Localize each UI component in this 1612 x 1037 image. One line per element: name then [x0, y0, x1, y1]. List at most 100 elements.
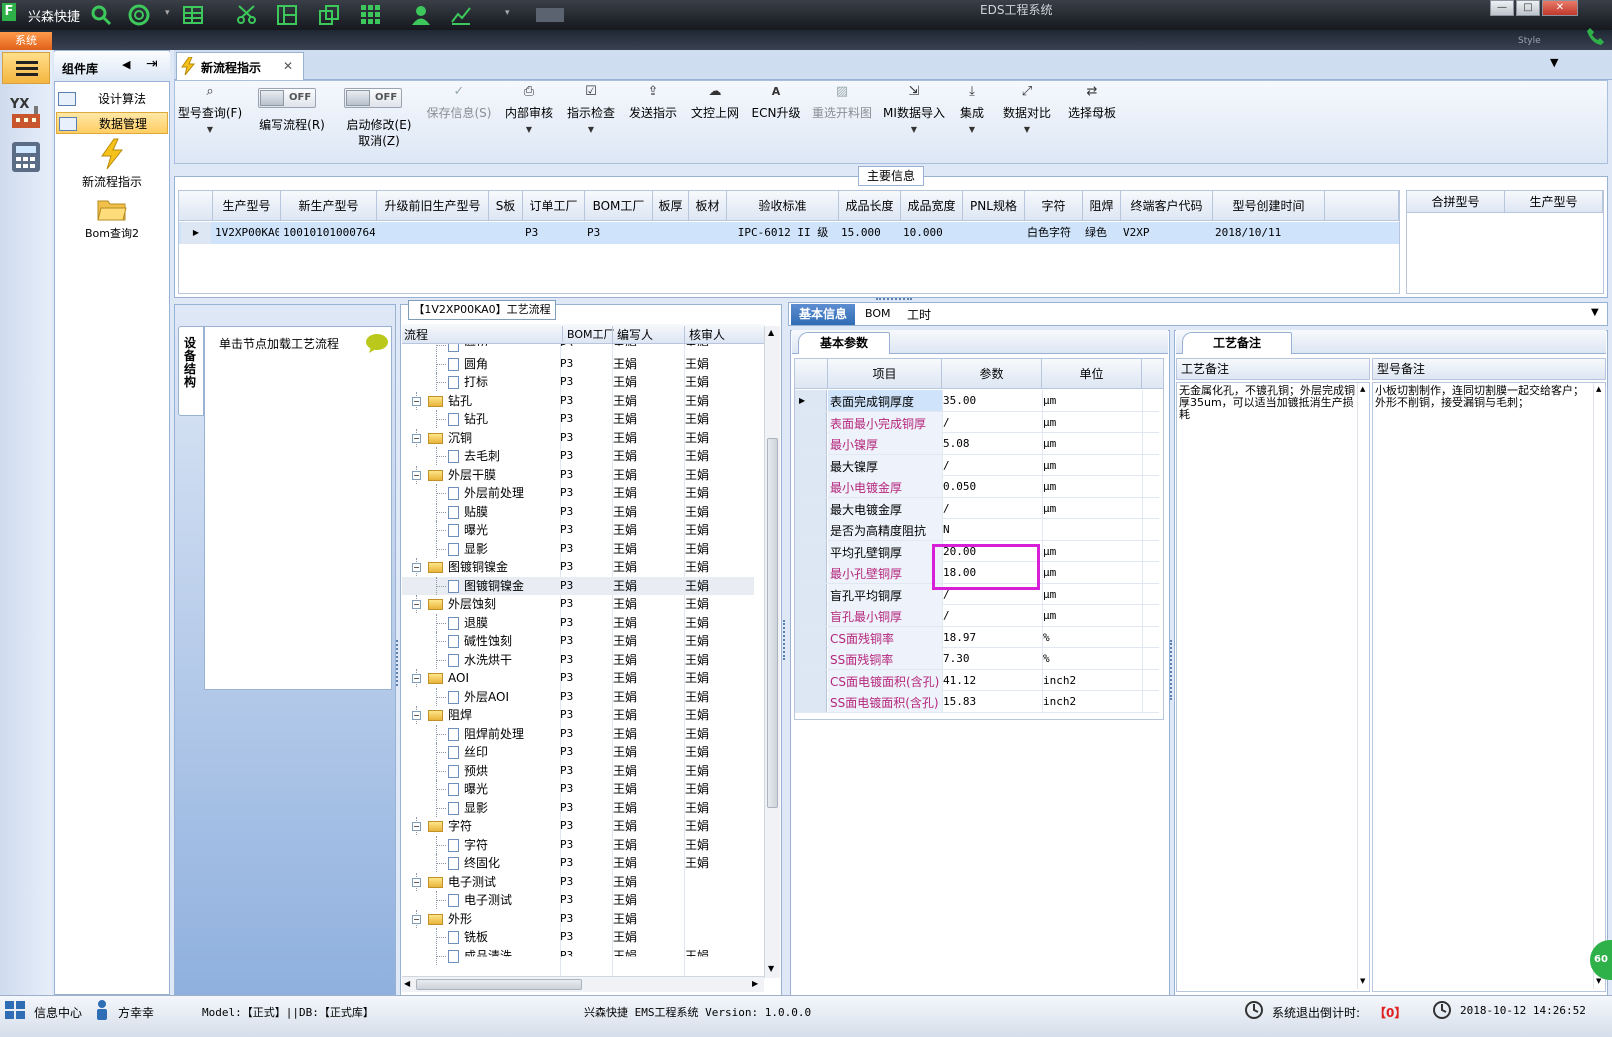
chevron-down-icon[interactable]: ▾	[165, 8, 170, 18]
info-center-link[interactable]: 信息中心	[34, 1004, 82, 1021]
scroll-left-icon[interactable]: ◀	[404, 979, 410, 988]
tab-new-process[interactable]: 新流程指示 ✕	[176, 52, 304, 81]
col-header-checker[interactable]: 核审人	[684, 326, 764, 343]
save-info-button[interactable]: ✓ 保存信息(S)	[424, 82, 494, 148]
param-value-field[interactable]: /	[943, 609, 950, 622]
tree-leaf-row[interactable]: 字符 P3 王娟 王娟	[402, 835, 754, 855]
scroll-down-icon[interactable]: ▼	[768, 964, 774, 973]
grid-cell[interactable]: IPC-6012 II 级	[729, 222, 837, 244]
col-header[interactable]: 板材	[689, 191, 727, 221]
tab-list-dropdown[interactable]: ▼	[1591, 307, 1599, 318]
tab-bom[interactable]: BOM	[865, 307, 891, 320]
device-tree[interactable]: 单击节点加载工艺流程	[204, 326, 392, 690]
col-header[interactable]: 验收标准	[727, 191, 839, 221]
param-value-field[interactable]: /	[943, 416, 950, 429]
col-header-value[interactable]: 参数	[942, 359, 1042, 389]
grid-cell[interactable]	[691, 222, 725, 244]
scroll-right-icon[interactable]: ▶	[752, 979, 758, 988]
col-header-process[interactable]: 流程	[404, 326, 428, 343]
process-horizontal-scrollbar[interactable]: ◀ ▶	[402, 976, 764, 992]
param-value-field[interactable]: N	[943, 523, 950, 536]
tree-group-row[interactable]: − 沉铜 P3 王娟 王娟	[402, 428, 754, 448]
dock-icon[interactable]: ⇥	[146, 56, 158, 72]
grid-cell[interactable]: V2XP	[1123, 222, 1211, 244]
tree-group-row[interactable]: − 电子测试 P3 王娟	[402, 872, 754, 892]
tree-leaf-row[interactable]: 外层AOI P3 王娟 王娟	[402, 687, 754, 707]
tree-group-row[interactable]: − AOI P3 王娟 王娟	[402, 669, 754, 688]
tree-leaf-row[interactable]: 成品清洗 P3 王娟 王娟	[402, 946, 754, 966]
tree-leaf-row[interactable]: 终固化 P3 王娟 王娟	[402, 854, 754, 873]
tree-leaf-row[interactable]: 贴膜 P3 王娟 王娟	[402, 502, 754, 522]
maximize-button[interactable]: □	[1516, 0, 1540, 16]
expand-toggle-icon[interactable]: −	[412, 914, 421, 924]
tree-leaf-row[interactable]: 铣板 P3 王娟	[402, 928, 754, 947]
param-row[interactable]: SS面残铜率 7.30%	[795, 648, 1159, 670]
param-row[interactable]: 最大镍厚 / μm	[795, 454, 1159, 476]
param-row[interactable]: 是否为高精度阻抗 N	[795, 519, 1159, 541]
col-header[interactable]: 字符	[1025, 191, 1083, 221]
tree-leaf-row[interactable]: 阻焊前处理 P3 王娟 王娟	[402, 724, 754, 744]
user-icon[interactable]	[410, 4, 432, 26]
param-row[interactable]: 盲孔最小铜厚 / μm	[795, 605, 1159, 627]
tree-group-row[interactable]: − 字符 P3 王娟 王娟	[402, 817, 754, 836]
col-header[interactable]: 升级前旧生产型号	[377, 191, 489, 221]
grid-cell[interactable]: 10010101000764	[283, 222, 375, 244]
tab-basic-info[interactable]: 基本信息	[791, 304, 855, 325]
param-value-field[interactable]: /	[943, 502, 950, 515]
comp-item-design-algorithm[interactable]: 设计算法	[56, 88, 168, 110]
write-flow-toggle[interactable]: OFF	[258, 88, 316, 108]
collapse-left-icon[interactable]: ◀	[122, 58, 130, 71]
tree-group-row[interactable]: − 图镀铜镍金 P3 王娟 王娟	[402, 558, 754, 577]
process-vertical-scrollbar[interactable]: ▲ ▼	[764, 326, 780, 978]
expand-toggle-icon[interactable]: −	[412, 711, 421, 720]
col-header[interactable]: 新生产型号	[281, 191, 377, 221]
basic-params-title[interactable]: 基本参数	[798, 332, 890, 354]
grid-cell[interactable]	[491, 222, 521, 244]
scroll-thumb[interactable]	[767, 438, 778, 808]
search-icon[interactable]	[90, 4, 112, 26]
tree-leaf-row[interactable]: 显影 P3 王娟 王娟	[402, 539, 754, 559]
expand-toggle-icon[interactable]: −	[412, 470, 421, 480]
param-value-field[interactable]: 35.00	[943, 394, 976, 407]
tab-work-hours[interactable]: 工时	[907, 306, 931, 323]
tree-leaf-row[interactable]: 水洗烘干 P3 王娟 王娟	[402, 650, 754, 670]
grid-icon[interactable]	[182, 4, 204, 26]
tree-leaf-row[interactable]: 曝光 P3 王娟 王娟	[402, 521, 754, 540]
tree-leaf-row[interactable]: 打标 P3 王娟 王娟	[402, 373, 754, 392]
grid-cell[interactable]: 1V2XP00KA0	[215, 222, 279, 244]
param-value-field[interactable]: 15.83	[943, 695, 976, 708]
copy-icon[interactable]	[318, 4, 340, 26]
instruction-check-button[interactable]: ☑ 指示检查 ▼	[562, 82, 620, 148]
col-header[interactable]: 阻焊	[1083, 191, 1121, 221]
integration-button[interactable]: ⤓ 集成 ▼	[952, 82, 992, 148]
model-query-button[interactable]: ⌕ 型号查询(F) ▼	[176, 82, 244, 148]
send-instruction-button[interactable]: ⇪ 发送指示	[624, 82, 682, 148]
param-row[interactable]: ▶ 表面完成铜厚度 35.00 μm	[795, 390, 1159, 412]
splitter-handle[interactable]	[783, 620, 786, 660]
param-row[interactable]: 最小电镀金厚 0.050 μm	[795, 476, 1159, 498]
apps-icon[interactable]	[360, 4, 382, 26]
internal-review-button[interactable]: ⎙ 内部审核 ▼	[500, 82, 558, 148]
grid-cell[interactable]: 绿色	[1085, 222, 1119, 244]
hamburger-menu-button[interactable]	[2, 52, 50, 84]
select-mother-board-button[interactable]: ⇄ 选择母板	[1062, 82, 1122, 148]
col-header[interactable]: 终端客户代码	[1121, 191, 1213, 221]
tree-leaf-row[interactable]: 去毛刺 P3 王娟 王娟	[402, 447, 754, 466]
close-button[interactable]: ✕	[1542, 0, 1578, 16]
tree-group-row[interactable]: − 外层干膜 P3 王娟 王娟	[402, 465, 754, 485]
merge-col-header[interactable]: 生产型号	[1505, 191, 1603, 213]
param-value-field[interactable]: 7.30	[943, 652, 970, 665]
cancel-edit-label[interactable]: 取消(Z)	[336, 132, 422, 149]
tree-leaf-row[interactable]: 曝光 P3 王娟 王娟	[402, 780, 754, 799]
start-edit-toggle[interactable]: OFF	[344, 88, 402, 108]
param-row[interactable]: SS面电镀面积(含孔) 15.83 inch2	[795, 691, 1159, 713]
main-info-row[interactable]: ▶ 1V2XP00KA0 10010101000764 P3 P3 IPC-6012 I…	[179, 222, 1399, 244]
tab-list-dropdown[interactable]: ▼	[1550, 56, 1558, 69]
grid-cell[interactable]: 2018/10/11	[1215, 222, 1323, 244]
splitter-handle[interactable]	[396, 640, 399, 686]
param-value-field[interactable]: 41.12	[943, 674, 976, 687]
col-header-writer[interactable]: 编写人	[612, 326, 653, 343]
model-note-field[interactable]: 小板切割制作，连同切割膜一起交给客户； 外形不削铜，接受漏铜与毛刺； ▲ ▼	[1372, 382, 1606, 992]
param-row[interactable]: CS面残铜率 18.97%	[795, 626, 1159, 648]
lifebuoy-icon[interactable]	[128, 4, 150, 26]
